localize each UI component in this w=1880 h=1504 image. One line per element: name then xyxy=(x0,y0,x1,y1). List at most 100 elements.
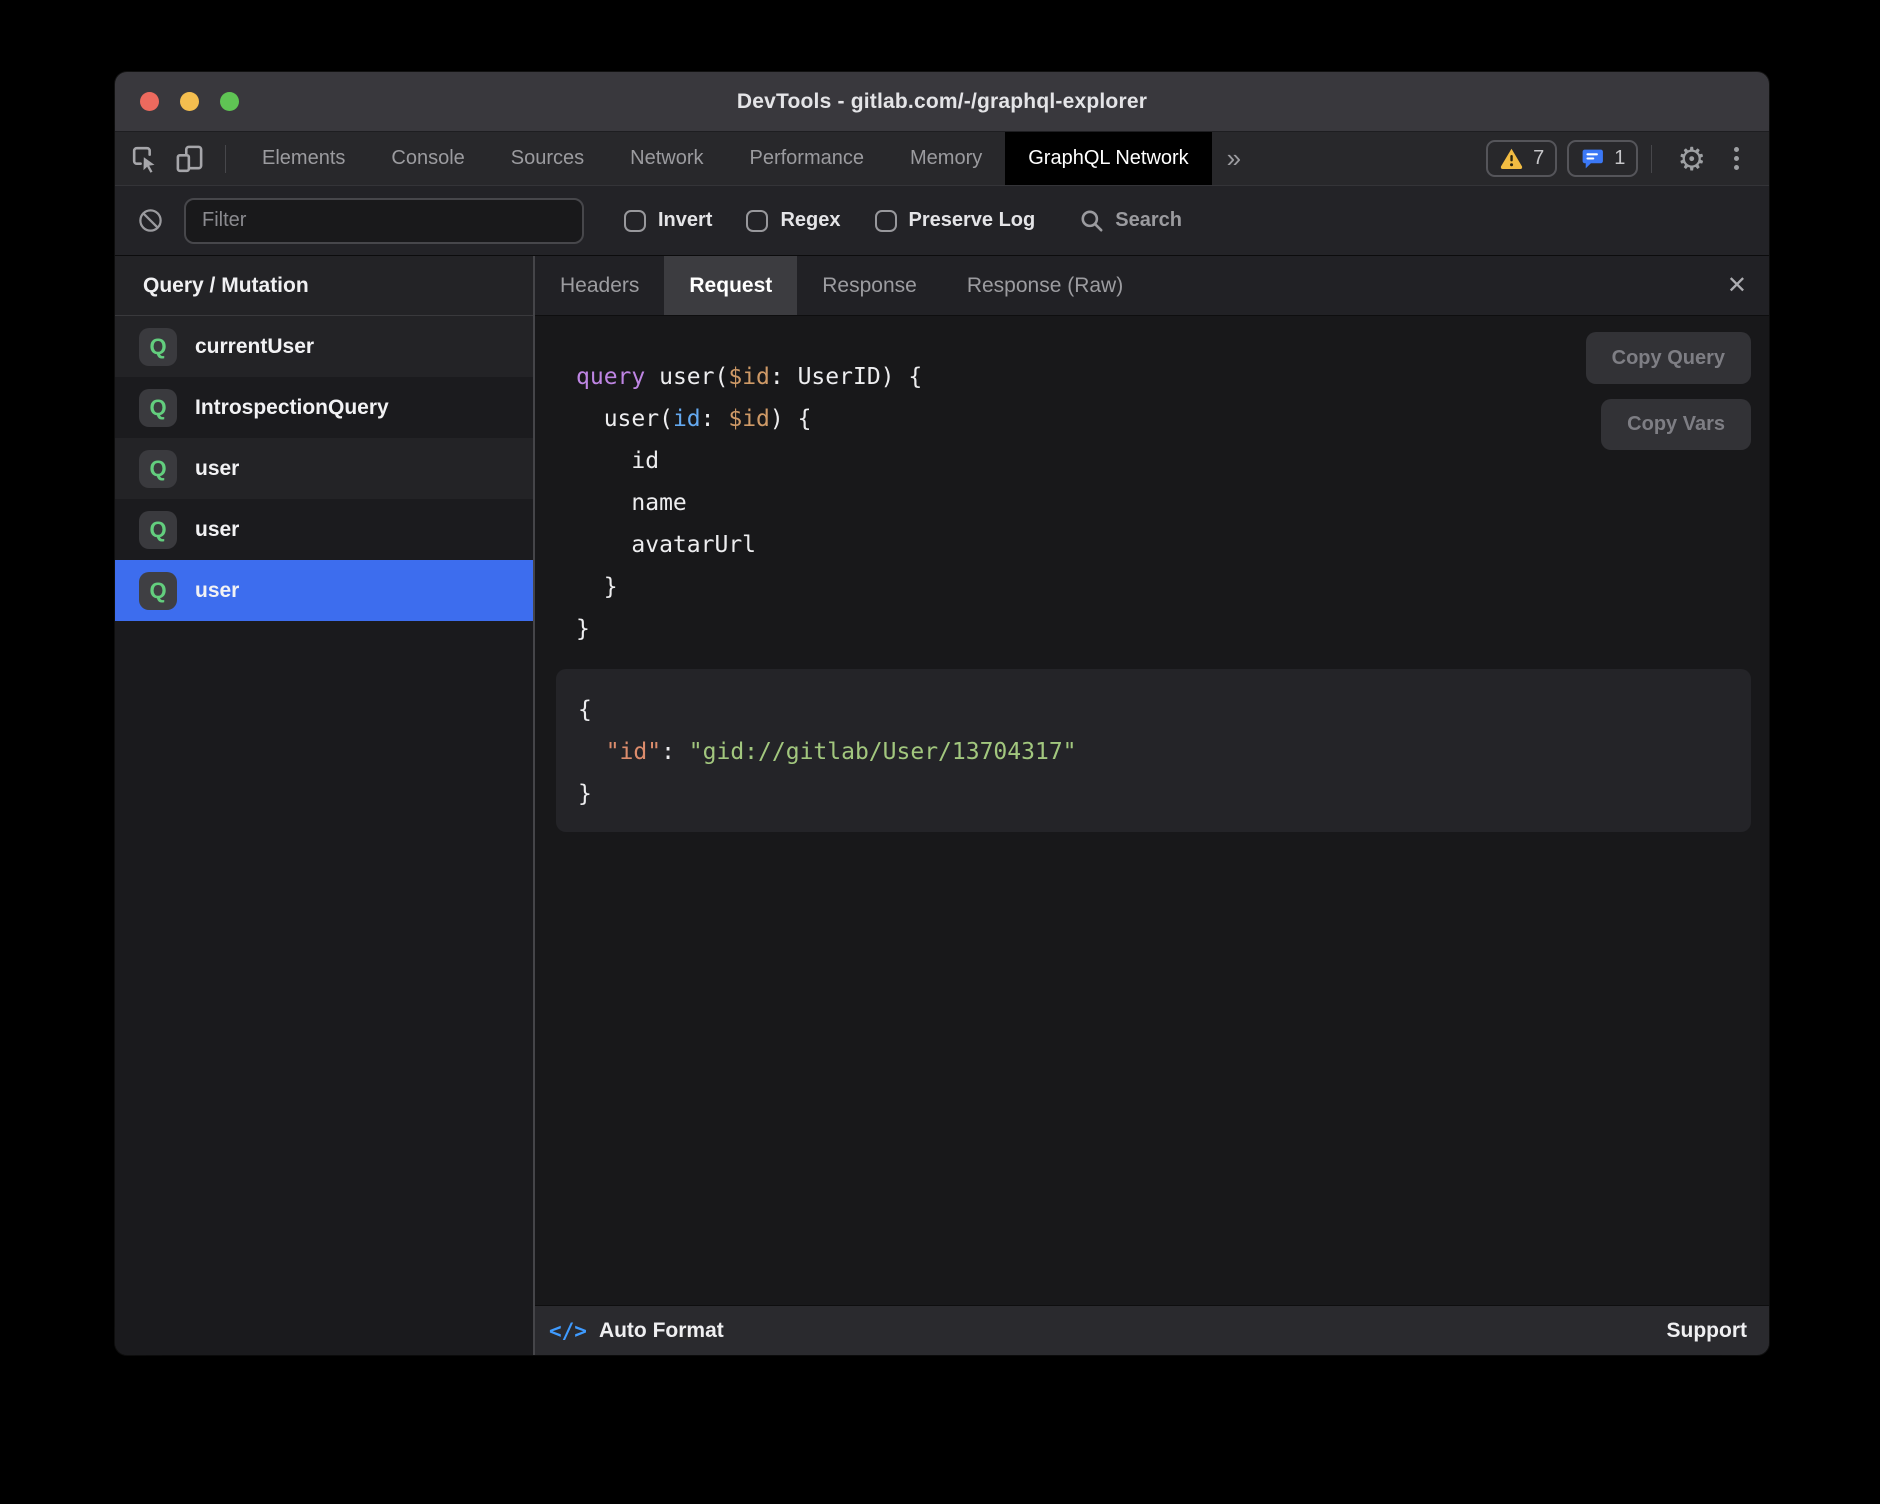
issues-warning-badge[interactable]: 7 xyxy=(1486,140,1557,177)
tab-console[interactable]: Console xyxy=(368,132,487,185)
main-split: Query / Mutation QcurrentUserQIntrospect… xyxy=(115,256,1769,1355)
search-label: Search xyxy=(1115,209,1182,232)
tab-memory[interactable]: Memory xyxy=(887,132,1005,185)
code-line: query user($id: UserID) { xyxy=(576,356,922,398)
code-line: } xyxy=(576,608,922,650)
filter-bar: Invert Regex Preserve Log Search xyxy=(115,186,1769,256)
device-toolbar-button[interactable] xyxy=(167,132,212,185)
code-line: user(id: $id) { xyxy=(576,398,922,440)
gear-icon: ⚙ xyxy=(1677,141,1706,177)
request-tab-content: query user($id: UserID) { user(id: $id) … xyxy=(535,316,1769,1305)
code-line: avatarUrl xyxy=(576,524,922,566)
titlebar: DevTools - gitlab.com/-/graphql-explorer xyxy=(115,72,1769,132)
query-name-label: user xyxy=(195,457,239,481)
checkbox-box[interactable] xyxy=(875,210,897,232)
more-tabs-button[interactable]: » xyxy=(1212,132,1256,185)
tab-network[interactable]: Network xyxy=(607,132,726,185)
copy-vars-button[interactable]: Copy Vars xyxy=(1601,399,1751,450)
settings-gear-button[interactable]: ⚙ xyxy=(1665,143,1718,175)
detail-tab-headers[interactable]: Headers xyxy=(535,256,664,315)
code-line: name xyxy=(576,482,922,524)
window-title: DevTools - gitlab.com/-/graphql-explorer xyxy=(737,90,1147,114)
devtools-tab-strip: ElementsConsoleSourcesNetworkPerformance… xyxy=(239,132,1212,185)
toolbar-right-controls: 7 1 ⚙ xyxy=(1476,132,1769,185)
detail-tab-strip: HeadersRequestResponseResponse (Raw) ✕ xyxy=(535,256,1769,316)
checkbox-label: Invert xyxy=(658,209,712,232)
detail-tab-request[interactable]: Request xyxy=(664,256,797,315)
query-name-label: currentUser xyxy=(195,335,314,359)
tab-performance[interactable]: Performance xyxy=(727,132,888,185)
close-icon: ✕ xyxy=(1727,272,1747,299)
query-list-header: Query / Mutation xyxy=(115,256,533,316)
filter-input[interactable] xyxy=(184,198,584,244)
code-line: "id": "gid://gitlab/User/13704317" xyxy=(578,731,1751,773)
warning-triangle-icon xyxy=(1499,146,1524,171)
search-icon xyxy=(1079,208,1105,234)
checkbox-preserve-log[interactable]: Preserve Log xyxy=(875,209,1036,232)
code-line: } xyxy=(578,773,1751,815)
checkbox-regex[interactable]: Regex xyxy=(746,209,840,232)
code-format-icon: </> xyxy=(549,1319,587,1343)
query-type-badge: Q xyxy=(139,328,177,366)
query-list-item-user[interactable]: Quser xyxy=(115,438,533,499)
query-type-badge: Q xyxy=(139,572,177,610)
block-circle-icon xyxy=(137,207,164,234)
graphql-query-code: query user($id: UserID) { user(id: $id) … xyxy=(576,356,922,650)
traffic-lights xyxy=(140,72,239,131)
close-panel-button[interactable]: ✕ xyxy=(1705,256,1769,315)
checkbox-box[interactable] xyxy=(746,210,768,232)
close-window-button[interactable] xyxy=(140,92,159,111)
checkbox-box[interactable] xyxy=(624,210,646,232)
query-name-label: user xyxy=(195,518,239,542)
checkbox-label: Regex xyxy=(780,209,840,232)
devtools-window: DevTools - gitlab.com/-/graphql-explorer… xyxy=(115,72,1769,1355)
fullscreen-window-button[interactable] xyxy=(220,92,239,111)
inspect-cursor-icon xyxy=(129,143,160,174)
tab-sources[interactable]: Sources xyxy=(488,132,607,185)
checkbox-invert[interactable]: Invert xyxy=(624,209,712,232)
query-list-sidebar: Query / Mutation QcurrentUserQIntrospect… xyxy=(115,256,533,1355)
panel-footer: </> Auto Format Support xyxy=(535,1305,1769,1355)
request-detail-panel: HeadersRequestResponseResponse (Raw) ✕ q… xyxy=(535,256,1769,1355)
kebab-dot xyxy=(1734,156,1739,161)
warning-count: 7 xyxy=(1533,147,1544,170)
inspect-element-button[interactable] xyxy=(115,132,167,185)
checkbox-label: Preserve Log xyxy=(909,209,1036,232)
code-line: { xyxy=(578,689,1751,731)
query-list-item-currentuser[interactable]: QcurrentUser xyxy=(115,316,533,377)
tab-graphql-network[interactable]: GraphQL Network xyxy=(1005,132,1211,185)
search-button[interactable]: Search xyxy=(1079,208,1182,234)
query-variables-box: { "id": "gid://gitlab/User/13704317"} xyxy=(556,669,1751,832)
chat-bubble-icon xyxy=(1580,146,1605,171)
toolbar-divider xyxy=(1651,145,1652,173)
query-type-badge: Q xyxy=(139,511,177,549)
tab-elements[interactable]: Elements xyxy=(239,132,368,185)
messages-badge[interactable]: 1 xyxy=(1567,140,1638,177)
query-name-label: IntrospectionQuery xyxy=(195,396,389,420)
detail-tab-response[interactable]: Response xyxy=(797,256,942,315)
kebab-dot xyxy=(1734,165,1739,170)
detail-tab-response-raw[interactable]: Response (Raw) xyxy=(942,256,1148,315)
code-line: id xyxy=(576,440,922,482)
query-type-badge: Q xyxy=(139,450,177,488)
filter-checkbox-group: Invert Regex Preserve Log xyxy=(624,209,1035,232)
copy-query-button[interactable]: Copy Query xyxy=(1586,332,1751,384)
device-toolbar-icon xyxy=(174,143,205,174)
query-list: QcurrentUserQIntrospectionQueryQuserQuse… xyxy=(115,316,533,621)
kebab-dot xyxy=(1734,147,1739,152)
auto-format-button[interactable]: Auto Format xyxy=(599,1319,724,1343)
minimize-window-button[interactable] xyxy=(180,92,199,111)
clear-requests-button[interactable] xyxy=(115,207,174,234)
support-link[interactable]: Support xyxy=(1667,1319,1747,1343)
query-type-badge: Q xyxy=(139,389,177,427)
code-line: } xyxy=(576,566,922,608)
query-name-label: user xyxy=(195,579,239,603)
detail-tabs: HeadersRequestResponseResponse (Raw) xyxy=(535,256,1148,315)
desktop-background: { "window": { "title": "DevTools - gitla… xyxy=(0,0,1880,1504)
kebab-menu-button[interactable] xyxy=(1718,147,1755,170)
query-list-item-user[interactable]: Quser xyxy=(115,560,533,621)
devtools-toolbar: ElementsConsoleSourcesNetworkPerformance… xyxy=(115,132,1769,186)
toolbar-divider xyxy=(225,145,226,173)
query-list-item-introspectionquery[interactable]: Q IntrospectionQuery xyxy=(115,377,533,438)
query-list-item-user[interactable]: Quser xyxy=(115,499,533,560)
